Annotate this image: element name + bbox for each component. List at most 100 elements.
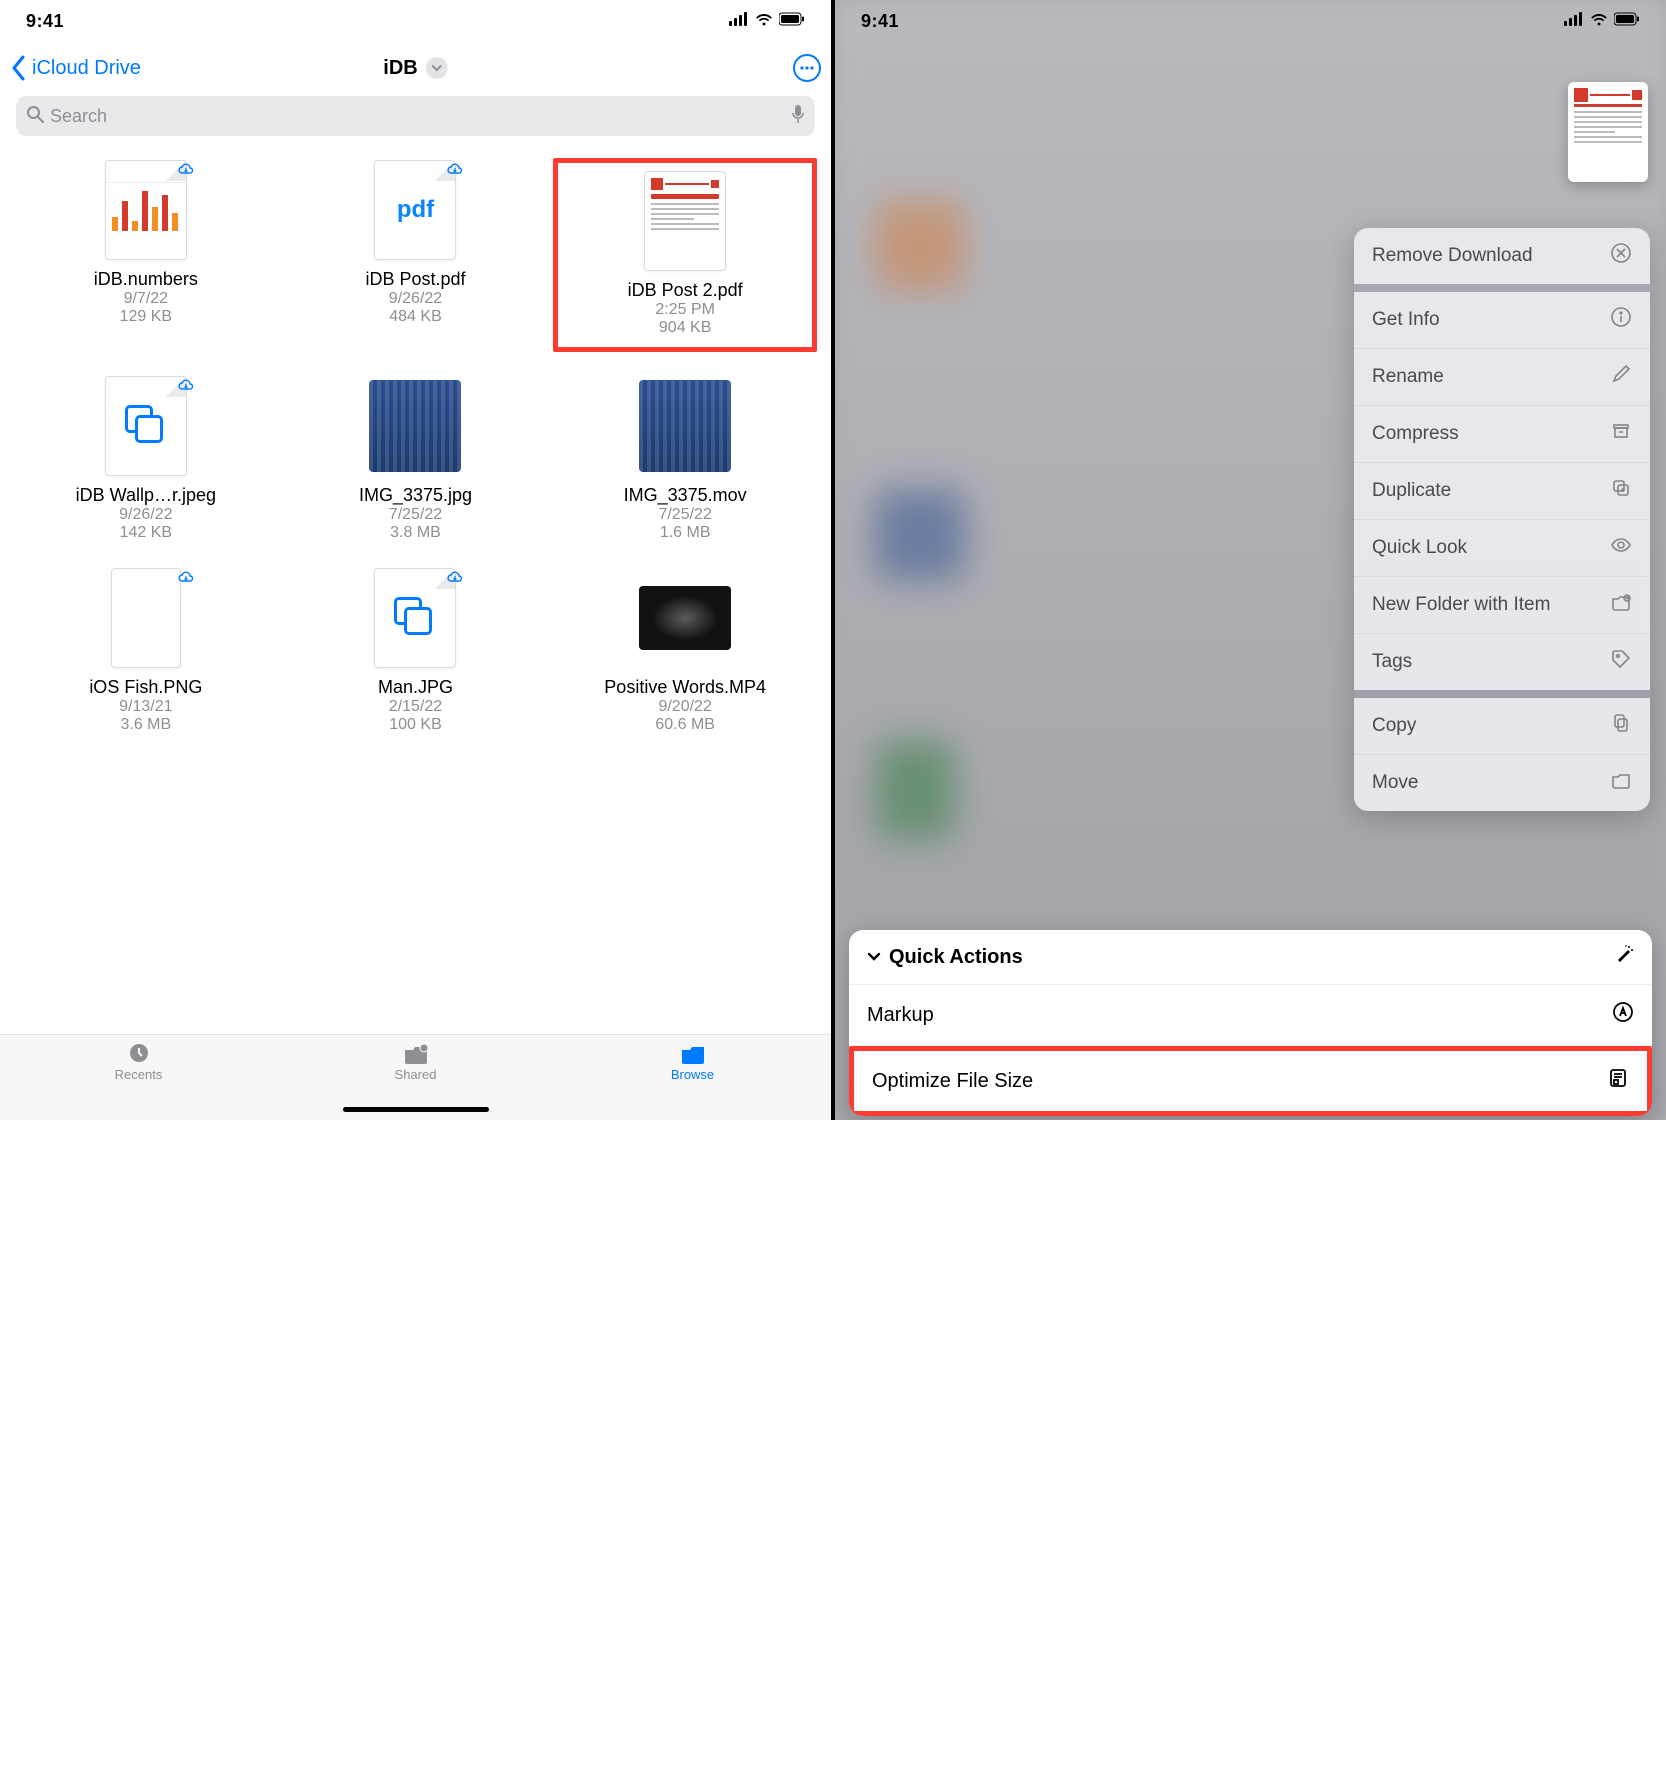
quick-action-optimize-file-size[interactable]: Optimize File Size [849, 1046, 1652, 1116]
wifi-icon [755, 12, 773, 31]
file-date: 9/26/22 [389, 290, 442, 308]
file-thumbnail: pdf [365, 160, 465, 260]
navigation-header: iCloud Drive iDB [0, 42, 831, 94]
tab-browse-label: Browse [671, 1067, 714, 1082]
file-item[interactable]: iOS Fish.PNG9/13/213.6 MB [14, 566, 278, 736]
home-indicator[interactable] [343, 1107, 489, 1112]
file-thumbnail [96, 376, 196, 476]
remove-download-icon [1610, 242, 1632, 270]
file-item[interactable]: iDB.numbers9/7/22129 KB [14, 158, 278, 352]
file-item[interactable]: IMG_3375.mov7/25/221.6 MB [553, 374, 817, 544]
quick-actions-wand-icon [1614, 944, 1634, 970]
cloud-download-icon [447, 162, 463, 181]
folder-icon [1610, 769, 1632, 797]
file-item[interactable]: pdf iDB Post.pdf9/26/22484 KB [284, 158, 548, 352]
menu-quick-look[interactable]: Quick Look [1354, 520, 1650, 577]
cloud-download-icon [178, 162, 194, 181]
file-item[interactable]: Man.JPG2/15/22100 KB [284, 566, 548, 736]
optimize-file-size-icon [1607, 1067, 1629, 1095]
chevron-down-icon [867, 946, 881, 969]
menu-move[interactable]: Move [1354, 755, 1650, 811]
menu-remove-download[interactable]: Remove Download [1354, 228, 1650, 284]
file-name: iDB.numbers [94, 268, 198, 290]
file-date: 7/25/22 [389, 506, 442, 524]
quick-actions-header[interactable]: Quick Actions [849, 930, 1652, 985]
battery-icon [779, 12, 805, 31]
file-grid: iDB.numbers9/7/22129 KBpdfiDB Post.pdf9/… [0, 146, 831, 836]
cellular-icon [729, 12, 749, 31]
status-time: 9:41 [26, 11, 64, 32]
status-bar: 9:41 [0, 0, 831, 42]
file-size: 142 KB [120, 524, 172, 542]
context-menu: Remove Download Get Info Rename Compress… [1354, 228, 1650, 811]
file-name: iDB Post 2.pdf [628, 279, 743, 301]
folder-title[interactable]: iDB [383, 57, 447, 80]
archive-icon [1610, 420, 1632, 448]
file-size: 484 KB [389, 308, 441, 326]
file-thumbnail [635, 171, 735, 271]
menu-copy[interactable]: Copy [1354, 698, 1650, 755]
file-name: Positive Words.MP4 [604, 676, 766, 698]
file-date: 9/20/22 [658, 698, 711, 716]
file-item[interactable]: Positive Words.MP49/20/2260.6 MB [553, 566, 817, 736]
tab-browse[interactable]: Browse [554, 1041, 831, 1120]
file-name: iOS Fish.PNG [89, 676, 202, 698]
file-date: 9/7/22 [124, 290, 168, 308]
file-size: 60.6 MB [655, 716, 715, 734]
menu-duplicate[interactable]: Duplicate [1354, 463, 1650, 520]
chevron-down-icon [426, 57, 448, 79]
info-icon [1610, 306, 1632, 334]
file-date: 2/15/22 [389, 698, 442, 716]
tag-icon [1610, 648, 1632, 676]
quick-actions-card: Quick Actions Markup Optimize File Size [849, 930, 1652, 1116]
quick-action-markup[interactable]: Markup [849, 985, 1652, 1046]
search-input[interactable] [50, 106, 785, 127]
cloud-download-icon [178, 570, 194, 589]
duplicate-icon [1610, 477, 1632, 505]
markup-icon [1612, 1001, 1634, 1029]
search-field[interactable] [16, 96, 815, 136]
file-item[interactable]: iDB Wallp…r.jpeg9/26/22142 KB [14, 374, 278, 544]
file-size: 129 KB [120, 308, 172, 326]
file-date: 9/13/21 [119, 698, 172, 716]
menu-compress[interactable]: Compress [1354, 406, 1650, 463]
file-date: 9/26/22 [119, 506, 172, 524]
menu-new-folder[interactable]: New Folder with Item [1354, 577, 1650, 634]
file-thumbnail [96, 160, 196, 260]
cloud-download-icon [178, 378, 194, 397]
file-size: 3.6 MB [120, 716, 171, 734]
left-screenshot: 9:41 iCloud Drive iDB [0, 0, 831, 1120]
file-date: 2:25 PM [655, 301, 715, 319]
file-thumbnail [96, 568, 196, 668]
right-screenshot: 9:41 Remove Download [835, 0, 1666, 1120]
file-size: 1.6 MB [660, 524, 711, 542]
tab-shared-label: Shared [395, 1067, 437, 1082]
menu-get-info[interactable]: Get Info [1354, 292, 1650, 349]
file-size: 100 KB [389, 716, 441, 734]
file-item[interactable]: IMG_3375.jpg7/25/223.8 MB [284, 374, 548, 544]
status-bar: 9:41 [835, 0, 1666, 42]
tab-bar: Recents Shared Browse [0, 1034, 831, 1120]
file-item[interactable]: iDB Post 2.pdf2:25 PM904 KB [553, 158, 817, 352]
file-size: 904 KB [659, 319, 711, 337]
more-options-button[interactable] [793, 54, 821, 82]
file-name: IMG_3375.mov [624, 484, 747, 506]
pencil-icon [1610, 363, 1632, 391]
menu-rename[interactable]: Rename [1354, 349, 1650, 406]
file-size: 3.8 MB [390, 524, 441, 542]
file-thumbnail [365, 376, 465, 476]
microphone-icon[interactable] [791, 104, 805, 129]
search-icon [26, 105, 44, 128]
file-date: 7/25/22 [658, 506, 711, 524]
file-name: Man.JPG [378, 676, 453, 698]
menu-tags[interactable]: Tags [1354, 634, 1650, 690]
back-button[interactable]: iCloud Drive [10, 55, 141, 81]
file-name: iDB Post.pdf [365, 268, 465, 290]
wifi-icon [1590, 12, 1608, 31]
file-preview-thumbnail[interactable] [1568, 82, 1648, 182]
new-folder-icon [1610, 591, 1632, 619]
file-thumbnail [635, 568, 735, 668]
status-time: 9:41 [861, 11, 899, 32]
tab-recents[interactable]: Recents [0, 1041, 277, 1120]
file-thumbnail [365, 568, 465, 668]
